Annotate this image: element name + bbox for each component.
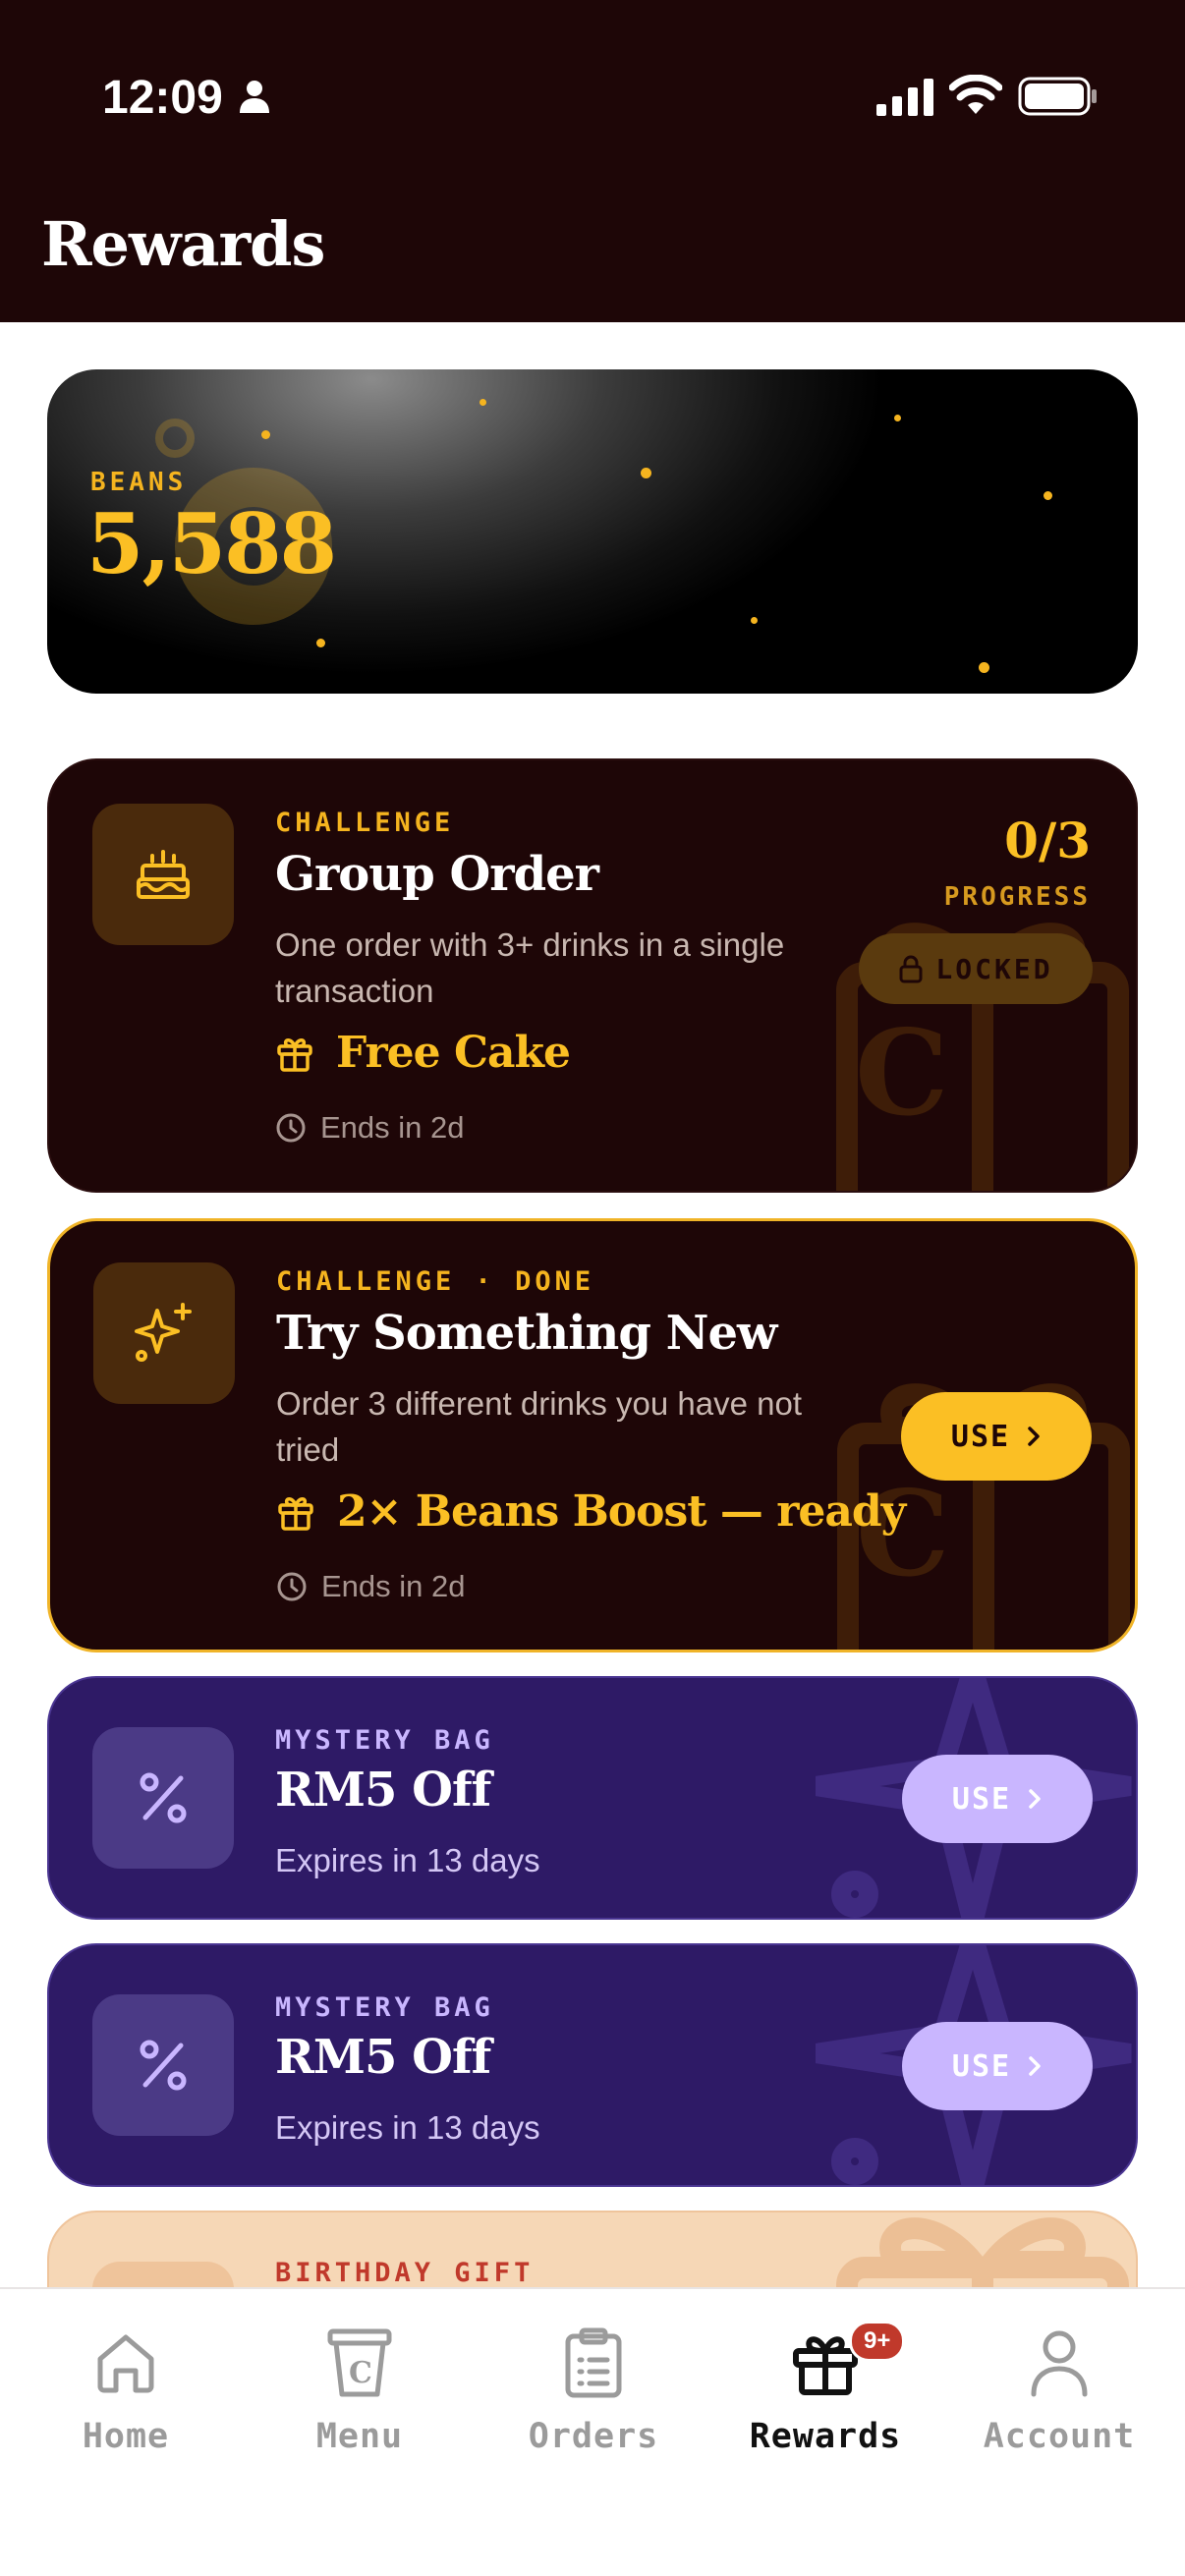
mystery-expires: Expires in 13 days — [275, 2109, 540, 2146]
mystery-eyebrow: MYSTERY BAG — [275, 1992, 494, 2023]
signal-icon — [876, 79, 933, 116]
chevron-right-icon — [1029, 1789, 1041, 1809]
use-button[interactable]: USE — [901, 1392, 1092, 1481]
sparkle-dot — [480, 399, 486, 406]
gift-icon — [278, 1496, 313, 1531]
mystery-title: RM5 Off — [275, 2030, 491, 2085]
mystery-expires: Expires in 13 days — [275, 1842, 540, 1878]
use-button-label: USE — [951, 2048, 1012, 2084]
clock-icon — [277, 1572, 307, 1601]
person-status-icon — [240, 81, 269, 113]
status-time: 12:09 — [102, 72, 223, 124]
nav-label-orders: Orders — [528, 2417, 659, 2456]
challenge-eyebrow: CHALLENGE — [275, 808, 455, 838]
challenge-reward: 2× Beans Boost — ready — [276, 1486, 906, 1537]
page-title: Rewards — [41, 208, 325, 280]
sparkle-dot — [316, 639, 325, 647]
locked-label: LOCKED — [935, 952, 1053, 985]
sparkle-dot — [979, 662, 989, 673]
nav-item-account[interactable]: Account — [951, 2319, 1167, 2456]
cake-icon — [137, 850, 190, 899]
sparkle-dot — [1044, 491, 1052, 500]
nav-item-home[interactable]: Home — [18, 2319, 234, 2456]
use-button-label: USE — [951, 1781, 1012, 1817]
clock-icon — [276, 1113, 306, 1143]
svg-text:C: C — [349, 2356, 372, 2390]
birthday-eyebrow: BIRTHDAY GIFT — [275, 2258, 535, 2288]
challenge-card-try-something-new[interactable]: C CHALLENGE · DONE Try Something New Ord… — [47, 1218, 1138, 1652]
sparkle-dot — [894, 415, 901, 421]
challenge-eyebrow: CHALLENGE · DONE — [276, 1266, 595, 1297]
mystery-eyebrow: MYSTERY BAG — [275, 1725, 494, 1756]
challenge-ends-text: Ends in 2d — [321, 1569, 466, 1603]
challenge-title: Try Something New — [276, 1306, 777, 1361]
sparkle-dot — [261, 430, 270, 439]
beans-label: BEANS — [90, 468, 188, 497]
progress-label: PROGRESS — [943, 882, 1091, 912]
challenge-icon-box — [93, 1262, 235, 1404]
gift-icon — [277, 1037, 312, 1072]
challenge-ends: Ends in 2d — [276, 1569, 466, 1604]
mystery-icon-box — [92, 1994, 234, 2136]
mystery-title: RM5 Off — [275, 1763, 491, 1818]
nav-label-menu: Menu — [315, 2417, 404, 2456]
mystery-bag-card[interactable]: MYSTERY BAG RM5 Off Expires in 13 days U… — [47, 1943, 1138, 2187]
challenge-title: Group Order — [275, 847, 599, 902]
person-icon — [1031, 2330, 1088, 2397]
challenge-reward: Free Cake — [275, 1028, 571, 1078]
nav-label-home: Home — [82, 2417, 170, 2456]
use-button[interactable]: USE — [902, 2022, 1093, 2110]
mystery-icon-box — [92, 1727, 234, 1869]
home-icon — [97, 2334, 154, 2393]
nav-item-rewards[interactable]: 9+ Rewards — [717, 2319, 933, 2456]
percent-icon — [140, 2040, 187, 2091]
chevron-right-icon — [1029, 2056, 1041, 2076]
battery-icon — [1018, 77, 1097, 116]
challenge-description: Order 3 different drinks you have not tr… — [276, 1385, 803, 1468]
bottom-navigation: Home C Menu Orders 9+ Rewards Account — [0, 2287, 1185, 2576]
svg-text:C: C — [855, 1004, 949, 1143]
rewards-badge: 9+ — [849, 2321, 906, 2362]
challenge-description: One order with 3+ drinks in a single tra… — [275, 926, 785, 1009]
use-button-label: USE — [950, 1419, 1011, 1454]
cup-icon: C — [327, 2328, 392, 2397]
percent-icon — [140, 1772, 187, 1823]
nav-label-account: Account — [983, 2417, 1136, 2456]
challenge-reward-text: Free Cake — [336, 1028, 571, 1078]
challenge-ends: Ends in 2d — [275, 1110, 465, 1146]
nav-label-rewards: Rewards — [749, 2417, 902, 2456]
nav-item-menu[interactable]: C Menu — [252, 2319, 468, 2456]
app-header: 12:09 Rewards — [0, 0, 1185, 322]
challenge-ends-text: Ends in 2d — [320, 1110, 465, 1145]
sparkle-dot — [641, 468, 651, 478]
use-button[interactable]: USE — [902, 1755, 1093, 1843]
nav-item-orders[interactable]: Orders — [485, 2319, 702, 2456]
sparkle-icon — [135, 1303, 192, 1362]
challenge-icon-box — [92, 804, 234, 945]
wifi-icon — [949, 75, 1002, 114]
challenge-card-group-order[interactable]: C CHALLENGE Group Order One order with 3… — [47, 758, 1138, 1193]
beans-balance-card[interactable]: BEANS 5,588 — [47, 369, 1138, 694]
progress-value: 0/3 — [1004, 812, 1091, 869]
locked-badge: LOCKED — [859, 933, 1093, 1004]
challenge-reward-text: 2× Beans Boost — ready — [337, 1486, 906, 1537]
chevron-right-icon — [1028, 1427, 1040, 1446]
beans-value: 5,588 — [86, 495, 337, 592]
sparkle-dot — [751, 617, 758, 624]
clipboard-icon — [565, 2327, 622, 2398]
mystery-bag-card[interactable]: MYSTERY BAG RM5 Off Expires in 13 days U… — [47, 1676, 1138, 1920]
lock-icon — [899, 955, 923, 983]
